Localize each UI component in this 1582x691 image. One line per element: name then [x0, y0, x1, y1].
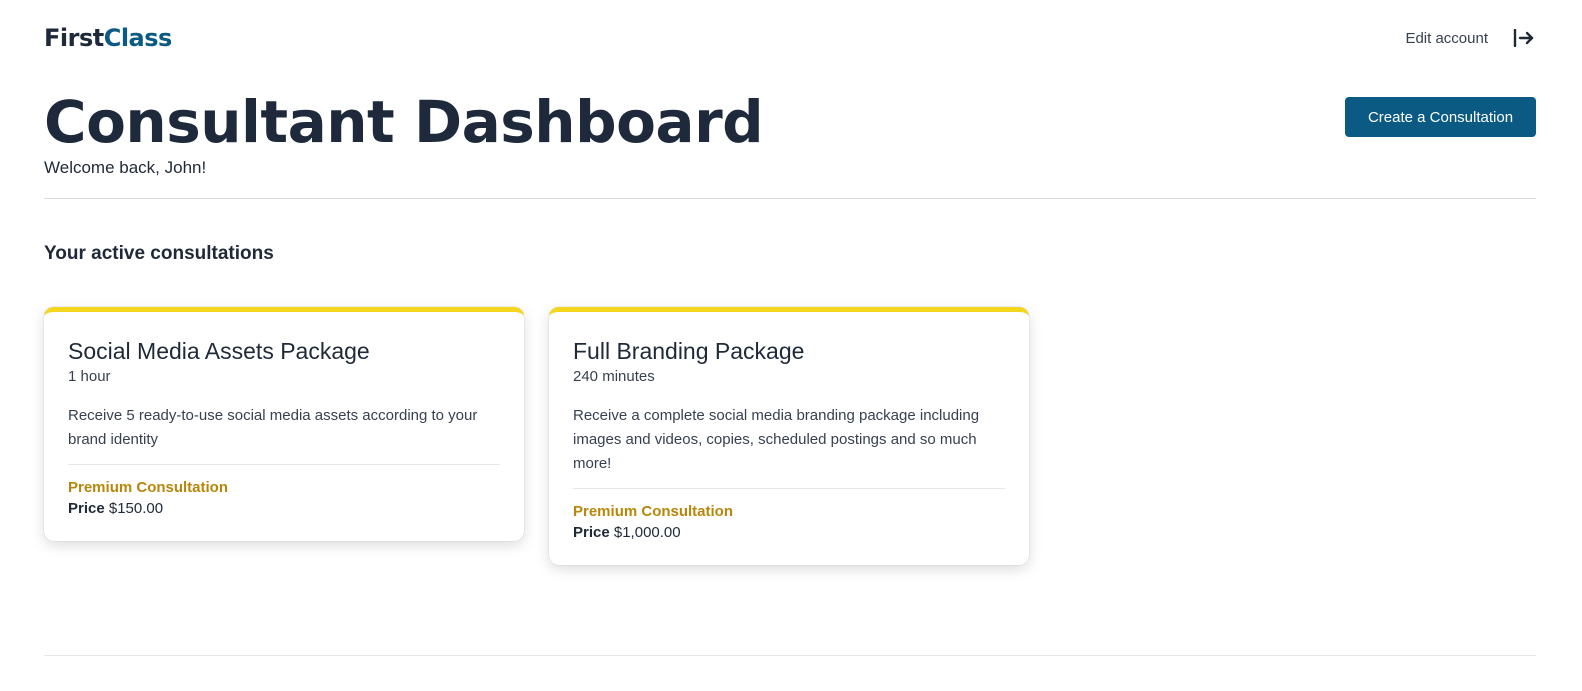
create-consultation-button[interactable]: Create a Consultation — [1345, 97, 1536, 137]
edit-account-link[interactable]: Edit account — [1405, 30, 1488, 47]
logout-icon-svg — [1513, 29, 1534, 47]
price-value: $150.00 — [108, 500, 164, 517]
brand-logo[interactable]: FirstClass — [44, 24, 172, 52]
consultation-duration: 1 hour — [68, 368, 111, 385]
consultation-duration: 240 minutes — [573, 368, 655, 385]
consultation-description: Receive 5 ready-to-use social media asse… — [68, 404, 500, 465]
brand-logo-first: First — [44, 24, 104, 52]
section-title: Your active consultations — [44, 243, 274, 264]
page-title: Consultant Dashboard — [44, 88, 764, 156]
price-label: Price — [573, 524, 610, 541]
consultation-title: Full Branding Package — [573, 338, 805, 364]
footer-divider — [44, 655, 1536, 656]
page-header: Consultant Dashboard Welcome back, John!… — [44, 86, 1536, 199]
consultation-cards: Social Media Assets Package 1 hour Recei… — [44, 307, 1029, 565]
price-value: $1,000.00 — [613, 524, 681, 541]
consultation-tier: Premium Consultation — [573, 503, 734, 520]
welcome-message: Welcome back, John! — [44, 158, 207, 177]
brand-logo-class: Class — [103, 24, 173, 52]
dashboard-page: FirstClass Edit account Consultant Dashb… — [0, 0, 1582, 691]
consultation-price: Price $150.00 — [68, 500, 500, 517]
price-label: Price — [68, 500, 105, 517]
consultation-card[interactable]: Social Media Assets Package 1 hour Recei… — [44, 307, 524, 541]
consultation-card[interactable]: Full Branding Package 240 minutes Receiv… — [549, 307, 1029, 565]
logout-icon[interactable] — [1512, 26, 1536, 50]
top-bar: FirstClass Edit account — [44, 22, 1536, 54]
top-actions: Edit account — [1405, 26, 1536, 50]
consultation-tier: Premium Consultation — [68, 479, 229, 496]
consultation-title: Social Media Assets Package — [68, 338, 370, 364]
consultation-description: Receive a complete social media branding… — [573, 404, 1005, 489]
consultation-price: Price $1,000.00 — [573, 524, 1005, 541]
